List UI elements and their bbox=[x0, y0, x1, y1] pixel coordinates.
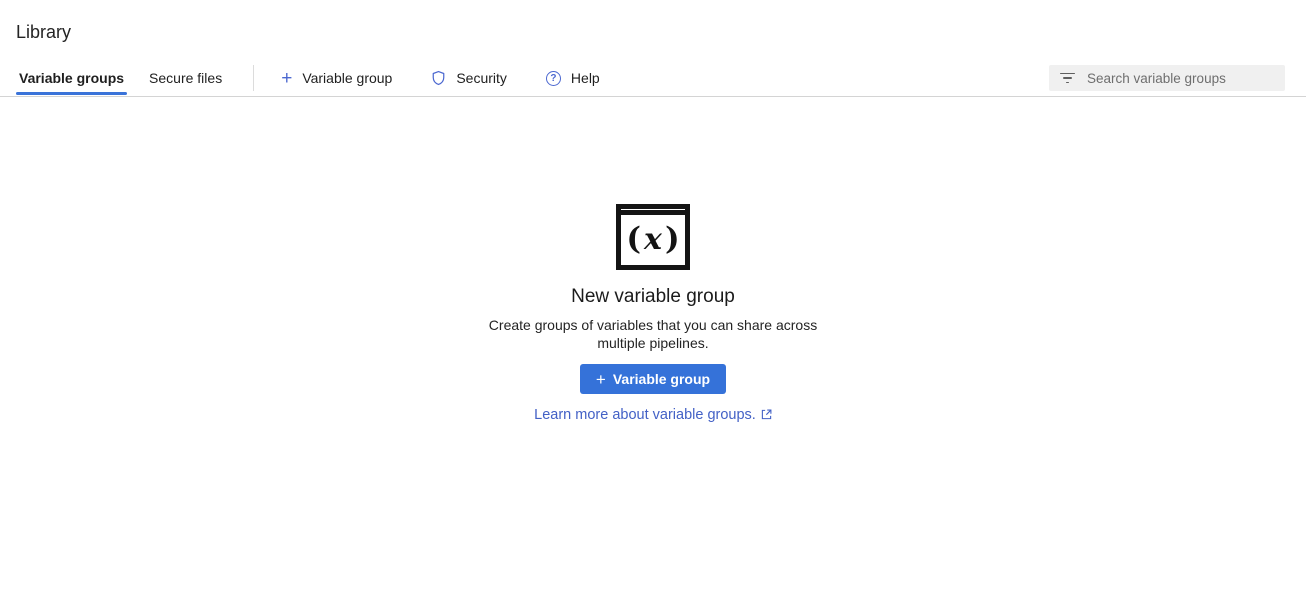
security-command[interactable]: Security bbox=[431, 70, 507, 86]
empty-state-description: Create groups of variables that you can … bbox=[487, 317, 819, 352]
tab-command-bar: Variable groups Secure files + Variable … bbox=[0, 60, 1306, 97]
external-link-icon bbox=[761, 409, 772, 420]
page-title: Library bbox=[16, 21, 1290, 43]
learn-more-link[interactable]: Learn more about variable groups. bbox=[443, 407, 863, 423]
toolbar-divider bbox=[253, 65, 254, 91]
learn-more-link-text[interactable]: Learn more about variable groups. bbox=[534, 407, 756, 423]
search-input[interactable] bbox=[1087, 71, 1277, 86]
variable-group-button-label: Variable group bbox=[613, 371, 710, 387]
variable-group-icon: (x) bbox=[616, 204, 690, 270]
tab-secure-files[interactable]: Secure files bbox=[146, 60, 225, 96]
add-variable-group-command[interactable]: + Variable group bbox=[281, 69, 392, 88]
filter-icon bbox=[1060, 73, 1075, 84]
search-variable-groups-box[interactable] bbox=[1049, 65, 1285, 91]
help-label: Help bbox=[571, 70, 600, 86]
page-header: Library bbox=[0, 0, 1306, 43]
variable-group-button[interactable]: + Variable group bbox=[580, 364, 726, 394]
plus-icon: + bbox=[281, 69, 292, 88]
variable-group-icon-body: (x) bbox=[621, 215, 685, 265]
shield-icon bbox=[431, 70, 446, 86]
empty-state: (x) New variable group Create groups of … bbox=[443, 204, 863, 423]
main-content: (x) New variable group Create groups of … bbox=[0, 204, 1306, 423]
plus-icon: + bbox=[596, 371, 606, 388]
help-icon: ? bbox=[546, 71, 561, 86]
security-label: Security bbox=[456, 70, 507, 86]
tab-variable-groups-label: Variable groups bbox=[19, 70, 124, 86]
add-variable-group-label: Variable group bbox=[302, 70, 392, 86]
help-command[interactable]: ? Help bbox=[546, 70, 600, 86]
empty-state-title: New variable group bbox=[443, 286, 863, 308]
tab-variable-groups[interactable]: Variable groups bbox=[16, 60, 127, 96]
tab-secure-files-label: Secure files bbox=[149, 70, 222, 86]
